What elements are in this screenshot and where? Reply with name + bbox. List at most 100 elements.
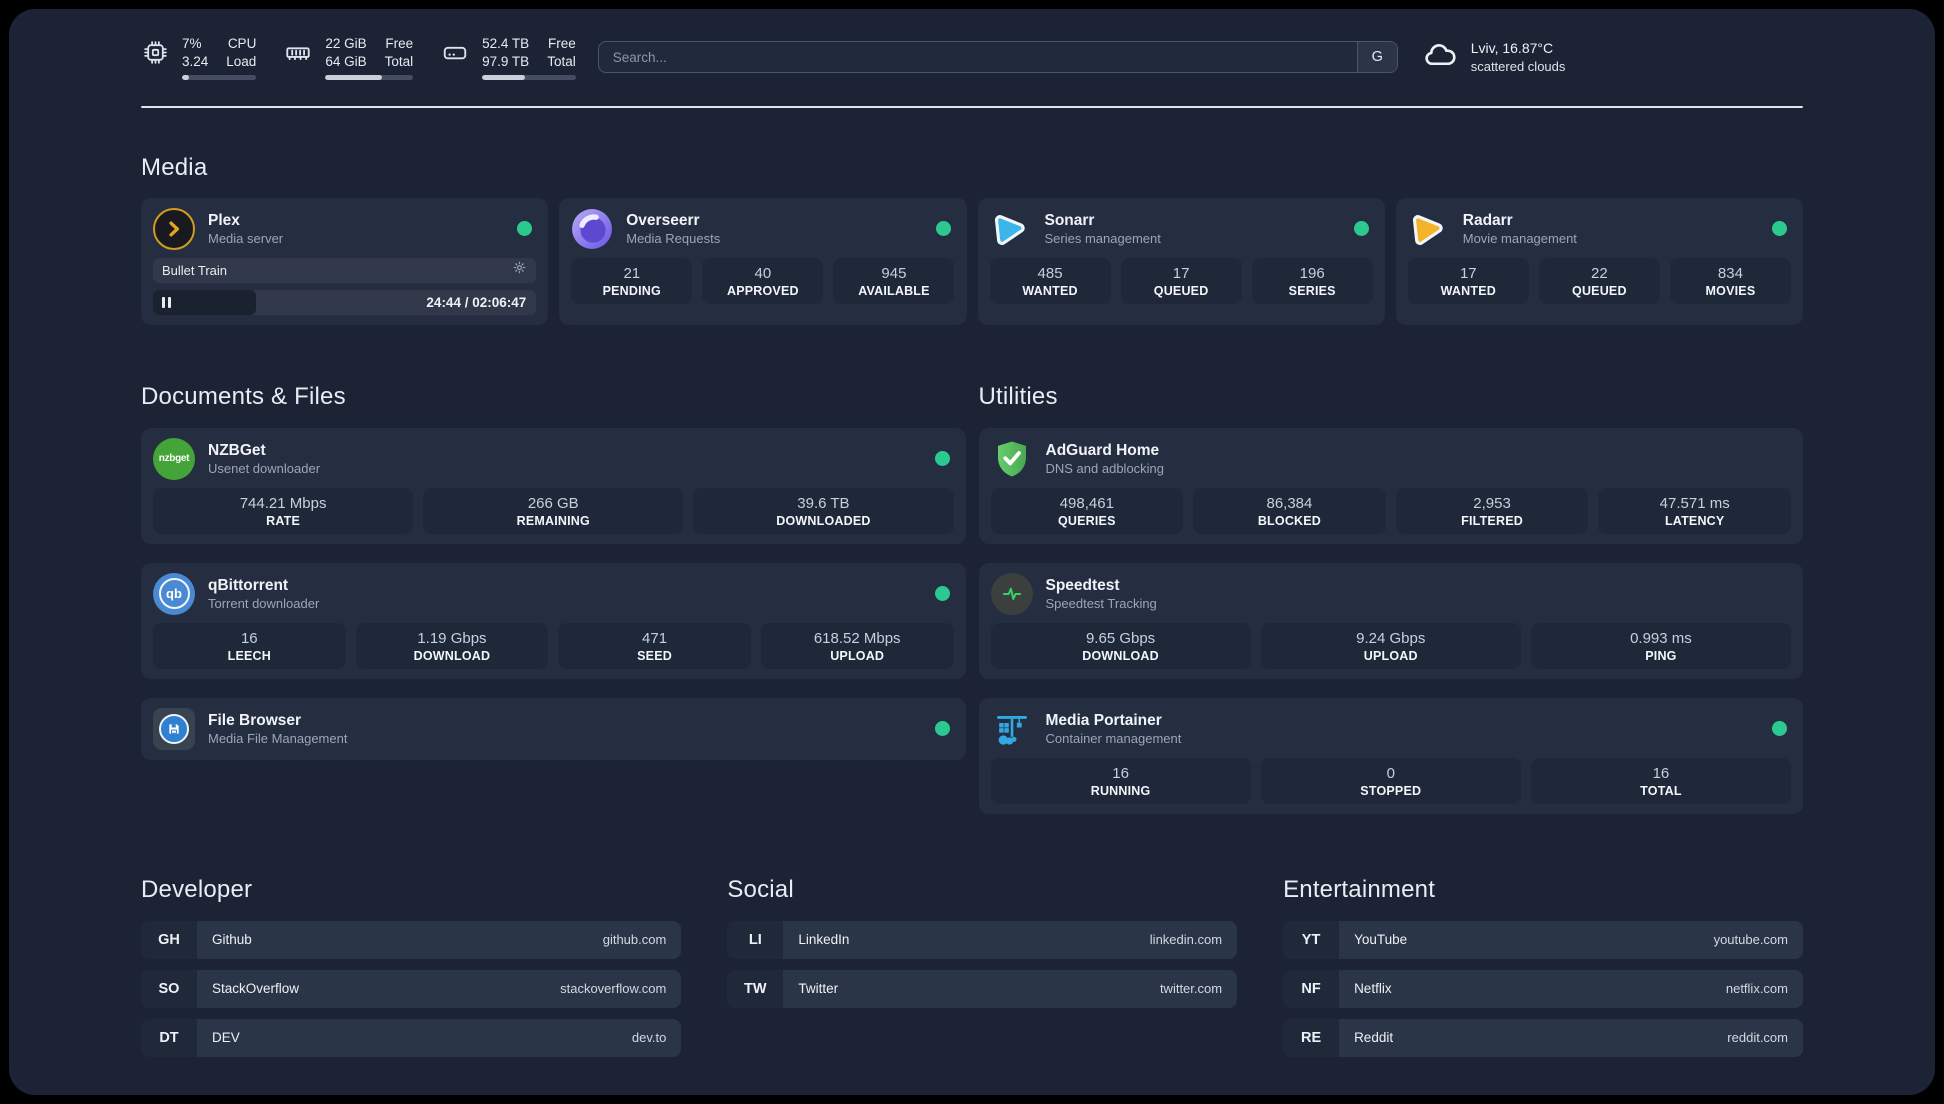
stat-download: 1.19 Gbps DOWNLOAD — [355, 622, 549, 669]
memory-progress-fill — [325, 75, 383, 80]
link-linkedin[interactable]: LI LinkedIn linkedin.com — [727, 920, 1238, 959]
link-url: netflix.com — [1725, 981, 1788, 997]
memory-free-value: 22 GiB — [325, 36, 367, 51]
stat-queued: 17 QUEUED — [1120, 257, 1242, 304]
section-title-utilities: Utilities — [978, 382, 1058, 410]
link-abbr: RE — [1283, 1018, 1340, 1057]
radarr-icon — [1408, 208, 1450, 250]
status-online-dot — [935, 221, 951, 237]
link-stackoverflow[interactable]: SO StackOverflow stackoverflow.com — [141, 969, 682, 1008]
disk-icon — [441, 39, 469, 67]
plex-now-playing: Bullet Train 24:44 / 02:06:47 — [153, 257, 537, 315]
overseerr-icon — [571, 208, 613, 250]
nzbget-icon: nzbget — [153, 437, 195, 480]
app-card-sonarr[interactable]: Sonarr Series management 485 WANTED 17 Q… — [977, 197, 1385, 325]
filebrowser-icon — [153, 707, 195, 750]
app-subtitle: Torrent downloader — [208, 595, 320, 611]
cpu-progress-fill — [182, 75, 190, 80]
sonarr-icon — [990, 208, 1032, 250]
memory-total-value: 64 GiB — [325, 53, 367, 69]
link-name: Netflix — [1354, 981, 1392, 997]
search-input[interactable] — [597, 41, 1398, 74]
status-online-dot — [934, 451, 950, 467]
weather-condition: scattered clouds — [1470, 58, 1566, 74]
memory-stat: 22 GiB 64 GiB Free Total — [284, 35, 414, 80]
gear-icon[interactable] — [512, 260, 527, 280]
stat-rate: 744.21 Mbps RATE — [153, 487, 414, 534]
app-subtitle: Movie management — [1462, 230, 1577, 246]
disk-progressbar — [482, 75, 576, 80]
stat-upload: 9.24 Gbps UPLOAD — [1260, 622, 1521, 669]
link-reddit[interactable]: RE Reddit reddit.com — [1283, 1018, 1803, 1057]
app-subtitle: Series management — [1044, 230, 1161, 246]
stat-remaining: 266 GB REMAINING — [423, 487, 684, 534]
app-card-filebrowser[interactable]: File Browser Media File Management — [141, 697, 966, 760]
app-name: AdGuard Home — [1045, 441, 1160, 459]
link-abbr: GH — [141, 920, 197, 959]
stat-wanted: 485 WANTED — [989, 257, 1111, 304]
system-stats: 7% 3.24 CPU Load 22 GiB 64 GiB Free Tota… — [141, 35, 576, 80]
dashboard-content: Media Plex Media server Bullet Train 24:… — [9, 154, 1935, 1057]
stat-available: 945 AVAILABLE — [833, 257, 955, 304]
playback-progressbar[interactable]: 24:44 / 02:06:47 — [153, 289, 537, 315]
link-netflix[interactable]: NF Netflix netflix.com — [1283, 969, 1803, 1008]
link-name: DEV — [212, 1030, 240, 1046]
app-card-speedtest[interactable]: Speedtest Speedtest Tracking 9.65 Gbps D… — [978, 562, 1803, 679]
app-subtitle: Speedtest Tracking — [1045, 595, 1157, 611]
app-name: Radarr — [1462, 211, 1513, 229]
link-url: reddit.com — [1727, 1030, 1788, 1046]
app-card-radarr[interactable]: Radarr Movie management 17 WANTED 22 QUE… — [1395, 197, 1803, 325]
dashboard: 7% 3.24 CPU Load 22 GiB 64 GiB Free Tota… — [9, 9, 1935, 1095]
app-card-adguard[interactable]: AdGuard Home DNS and adblocking 498,461 … — [978, 427, 1803, 544]
app-name: Sonarr — [1044, 211, 1095, 229]
disk-progress-fill — [482, 75, 526, 80]
adguard-icon — [991, 438, 1033, 480]
cpu-progressbar — [182, 75, 257, 80]
memory-total-label: Total — [384, 53, 414, 69]
disk-total-label: Total — [547, 53, 576, 69]
link-abbr: NF — [1283, 969, 1340, 1008]
status-online-dot — [517, 221, 533, 237]
memory-progressbar — [325, 75, 414, 80]
section-developer: Developer GH Github github.com SO StackO… — [141, 876, 682, 1057]
app-card-plex[interactable]: Plex Media server Bullet Train 24:44 / 0… — [141, 197, 549, 325]
app-name: Overseerr — [626, 211, 700, 229]
weather-widget: Lviv, 16.87°C scattered clouds — [1422, 36, 1566, 78]
app-name: Media Portainer — [1045, 711, 1162, 729]
app-card-overseerr[interactable]: Overseerr Media Requests 21 PENDING 40 A… — [559, 197, 967, 325]
status-online-dot — [934, 721, 950, 737]
speedtest-icon — [990, 572, 1033, 615]
cpu-usage-value: 7% — [182, 36, 202, 51]
link-youtube[interactable]: YT YouTube youtube.com — [1283, 920, 1803, 959]
link-github[interactable]: GH Github github.com — [141, 920, 682, 959]
link-url: linkedin.com — [1149, 932, 1223, 948]
playback-progress-pill[interactable] — [153, 289, 257, 315]
section-utilities: Utilities AdGuard Home DNS and adblockin… — [978, 382, 1803, 814]
stat-total: 16 TOTAL — [1530, 757, 1792, 804]
stat-movies: 834 MOVIES — [1669, 257, 1791, 304]
section-media: Media Plex Media server Bullet Train 24:… — [141, 154, 1803, 325]
cpu-stat: 7% 3.24 CPU Load — [141, 35, 257, 80]
stat-filtered: 2,953 FILTERED — [1395, 487, 1589, 534]
app-card-qbittorrent[interactable]: qb qBittorrent Torrent downloader 16 LEE… — [141, 562, 966, 679]
cpu-load-label: Load — [226, 53, 257, 69]
section-title-media: Media — [141, 153, 208, 181]
pause-icon[interactable] — [162, 296, 171, 308]
link-name: StackOverflow — [212, 981, 300, 997]
link-abbr: DT — [141, 1018, 197, 1057]
app-subtitle: Usenet downloader — [208, 460, 321, 476]
link-twitter[interactable]: TW Twitter twitter.com — [727, 969, 1238, 1008]
section-entertainment: Entertainment YT YouTube youtube.com NF … — [1283, 876, 1803, 1057]
plex-icon — [153, 207, 195, 250]
search-engine-button[interactable]: G — [1356, 42, 1397, 73]
link-url: dev.to — [631, 1030, 667, 1046]
disk-free-label: Free — [547, 36, 576, 51]
stat-ping: 0.993 ms PING — [1530, 622, 1792, 669]
link-abbr: LI — [727, 920, 784, 959]
app-card-portainer[interactable]: Media Portainer Container management 16 … — [978, 697, 1803, 814]
link-dev[interactable]: DT DEV dev.to — [141, 1018, 682, 1057]
app-card-nzbget[interactable]: nzbget NZBGet Usenet downloader 744.21 M… — [141, 427, 966, 544]
link-name: Reddit — [1354, 1030, 1394, 1046]
status-online-dot — [934, 586, 950, 602]
app-name: NZBGet — [208, 441, 266, 459]
